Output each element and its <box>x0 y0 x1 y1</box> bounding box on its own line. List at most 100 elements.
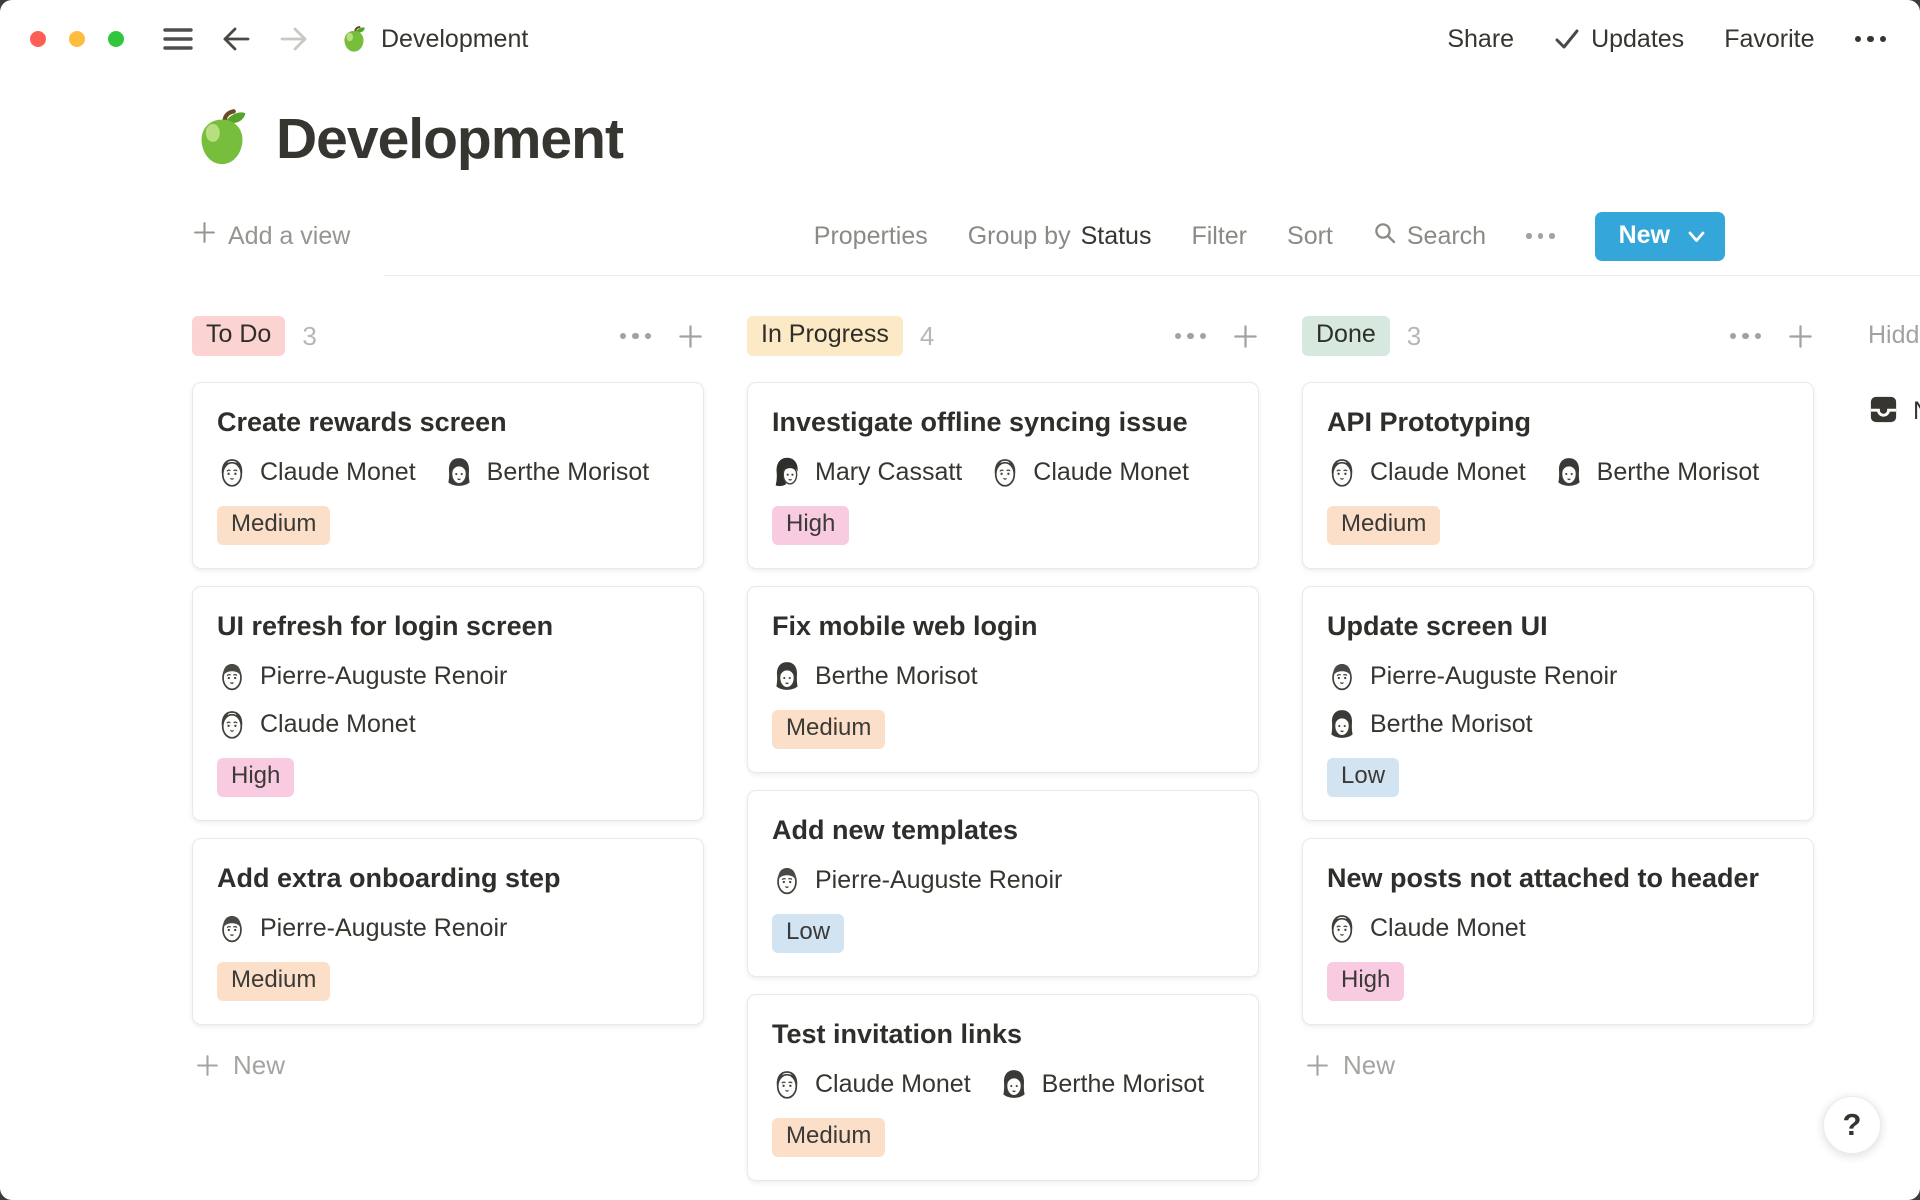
new-button[interactable]: New <box>1595 212 1725 261</box>
kanban-card[interactable]: API PrototypingClaude MonetBerthe Moriso… <box>1302 382 1814 569</box>
assignee-name: Berthe Morisot <box>815 662 978 691</box>
card-title: Add extra onboarding step <box>217 860 679 897</box>
sidebar-menu-icon[interactable] <box>162 26 194 52</box>
column-add-icon[interactable] <box>1787 323 1814 350</box>
group-by-button[interactable]: Group by Status <box>968 222 1152 251</box>
notion-window: Development Share Updates Favorite Devel… <box>0 0 1920 1200</box>
column-status-badge: In Progress <box>747 316 903 356</box>
hidden-group-no-status[interactable]: No Status <box>1868 394 1920 428</box>
kanban-card[interactable]: Update screen UIPierre-Auguste RenoirBer… <box>1302 586 1814 821</box>
add-card-button[interactable]: New <box>1302 1050 1395 1081</box>
card-title: Fix mobile web login <box>772 608 1234 645</box>
kanban-card[interactable]: Create rewards screenClaude MonetBerthe … <box>192 382 704 569</box>
assignee: Mary Cassatt <box>772 455 962 489</box>
assignee: Pierre-Auguste Renoir <box>772 863 1062 897</box>
kanban-card[interactable]: Add extra onboarding stepPierre-Auguste … <box>192 838 704 1025</box>
group-by-value: Status <box>1081 222 1152 251</box>
question-mark-icon: ? <box>1843 1107 1862 1143</box>
assignee: Claude Monet <box>1327 455 1526 489</box>
column-status-badge: Done <box>1302 316 1390 356</box>
priority-tag: Medium <box>772 1118 885 1157</box>
column-header-inprogress: In Progress 4 <box>747 316 1259 356</box>
updates-button[interactable]: Updates <box>1554 25 1684 54</box>
priority-tag: High <box>772 506 849 545</box>
priority-tag: High <box>217 758 294 797</box>
assignee-name: Berthe Morisot <box>1370 710 1533 739</box>
window-controls <box>30 31 124 47</box>
column-card-count: 3 <box>1407 321 1421 352</box>
topbar: Development Share Updates Favorite <box>0 0 1920 78</box>
sort-button[interactable]: Sort <box>1287 222 1333 251</box>
check-icon <box>1554 27 1580 51</box>
view-toolbar: Add a view Properties Group by Status Fi… <box>192 212 1920 260</box>
assignee-name: Claude Monet <box>1033 458 1189 487</box>
close-window-button[interactable] <box>30 31 46 47</box>
column-card-count: 4 <box>920 321 934 352</box>
forward-icon[interactable] <box>278 25 310 53</box>
priority-tag: Low <box>772 914 844 953</box>
kanban-card[interactable]: Fix mobile web loginBerthe MorisotMedium <box>747 586 1259 773</box>
avatar-morisot-icon <box>999 1067 1029 1101</box>
assignee-name: Mary Cassatt <box>815 458 962 487</box>
properties-button[interactable]: Properties <box>814 222 928 251</box>
ellipsis-icon <box>1855 36 1887 43</box>
assignee-name: Claude Monet <box>260 458 416 487</box>
assignee: Claude Monet <box>1327 911 1526 945</box>
add-view-button[interactable]: Add a view <box>192 220 350 252</box>
help-button[interactable]: ? <box>1823 1096 1881 1154</box>
card-title: Update screen UI <box>1327 608 1789 645</box>
card-title: UI refresh for login screen <box>217 608 679 645</box>
column-more-icon[interactable] <box>1175 333 1207 340</box>
avatar-monet-icon <box>990 455 1020 489</box>
breadcrumb-title: Development <box>381 25 528 54</box>
chevron-down-icon <box>1688 221 1705 250</box>
board-column-todo: To Do3Create rewards screenClaude MonetB… <box>192 316 704 1181</box>
favorite-button[interactable]: Favorite <box>1724 25 1814 54</box>
zoom-window-button[interactable] <box>108 31 124 47</box>
minimize-window-button[interactable] <box>69 31 85 47</box>
assignee-name: Claude Monet <box>1370 458 1526 487</box>
view-more-options-icon[interactable] <box>1526 233 1555 239</box>
kanban-card[interactable]: UI refresh for login screen Pierre-August… <box>192 586 704 821</box>
column-add-icon[interactable] <box>1232 323 1259 350</box>
avatar-morisot-icon <box>444 455 474 489</box>
hidden-columns-section: Hidden columns No Status <box>1868 316 1920 428</box>
kanban-card[interactable]: Test invitation linksClaude MonetBerthe … <box>747 994 1259 1181</box>
avatar-renoir-icon <box>217 659 247 693</box>
assignee-name: Berthe Morisot <box>1042 1070 1205 1099</box>
search-button[interactable]: Search <box>1373 221 1486 252</box>
column-add-icon[interactable] <box>677 323 704 350</box>
avatar-monet-icon <box>772 1067 802 1101</box>
inbox-icon <box>1868 394 1899 428</box>
back-icon[interactable] <box>220 25 252 53</box>
assignee-name: Pierre-Auguste Renoir <box>260 662 507 691</box>
green-apple-icon <box>340 25 368 53</box>
card-title: New posts not attached to header <box>1327 860 1789 897</box>
add-card-label: New <box>1343 1050 1395 1081</box>
more-options-icon[interactable] <box>1855 36 1887 43</box>
kanban-card[interactable]: Add new templates Pierre-Auguste Renoir Lo… <box>747 790 1259 977</box>
plus-icon <box>192 220 217 252</box>
column-more-icon[interactable] <box>620 333 652 340</box>
ellipsis-icon <box>1526 233 1555 239</box>
kanban-card[interactable]: New posts not attached to header Claude M… <box>1302 838 1814 1025</box>
kanban-card[interactable]: Investigate offline syncing issue Mary Ca… <box>747 382 1259 569</box>
avatar-morisot-icon <box>772 659 802 693</box>
board-columns: To Do 3 Create rewards screenClaude MonetB… <box>192 316 1814 1181</box>
avatar-morisot-icon <box>1327 707 1357 741</box>
assignee: Berthe Morisot <box>1554 455 1760 489</box>
assignee: Berthe Morisot <box>999 1067 1205 1101</box>
add-card-button[interactable]: New <box>192 1050 285 1081</box>
filter-button[interactable]: Filter <box>1191 222 1247 251</box>
page-title: Development <box>192 100 1920 172</box>
card-title: Add new templates <box>772 812 1234 849</box>
breadcrumb[interactable]: Development <box>340 25 528 54</box>
priority-tag: Low <box>1327 758 1399 797</box>
column-status-badge: To Do <box>192 316 285 356</box>
column-more-icon[interactable] <box>1730 333 1762 340</box>
card-title: Investigate offline syncing issue <box>772 404 1234 441</box>
share-button[interactable]: Share <box>1447 25 1514 54</box>
column-header-done: Done 3 <box>1302 316 1814 356</box>
assignee: Claude Monet <box>217 707 416 741</box>
assignee-name: Pierre-Auguste Renoir <box>815 866 1062 895</box>
